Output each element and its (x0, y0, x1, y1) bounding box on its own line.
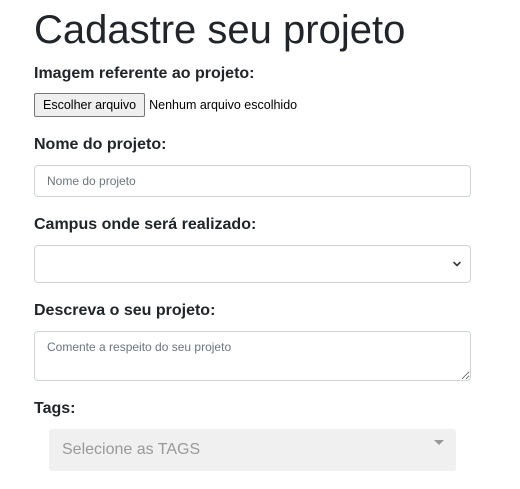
page-title: Cadastre seu projeto (34, 8, 406, 52)
image-field-label: Imagem referente ao projeto: (34, 65, 255, 82)
file-input: Escolher arquivo Nenhum arquivo escolhid… (34, 93, 297, 117)
choose-file-button[interactable]: Escolher arquivo (34, 93, 146, 117)
campus-select[interactable] (34, 245, 471, 283)
chevron-down-icon (453, 261, 461, 267)
caret-down-icon (434, 440, 444, 445)
campus-label: Campus onde será realizado: (34, 216, 257, 233)
project-name-input[interactable] (34, 165, 471, 197)
description-label: Descreva o seu projeto: (34, 302, 216, 319)
tags-select[interactable]: Selecione as TAGS (49, 429, 456, 471)
project-name-label: Nome do projeto: (34, 136, 167, 153)
tags-placeholder: Selecione as TAGS (62, 441, 201, 458)
tags-label: Tags: (34, 400, 76, 417)
project-description-textarea[interactable] (34, 331, 471, 381)
file-status-text: Nenhum arquivo escolhido (149, 98, 298, 112)
project-registration-form: Cadastre seu projeto Imagem referente ao… (0, 0, 520, 489)
